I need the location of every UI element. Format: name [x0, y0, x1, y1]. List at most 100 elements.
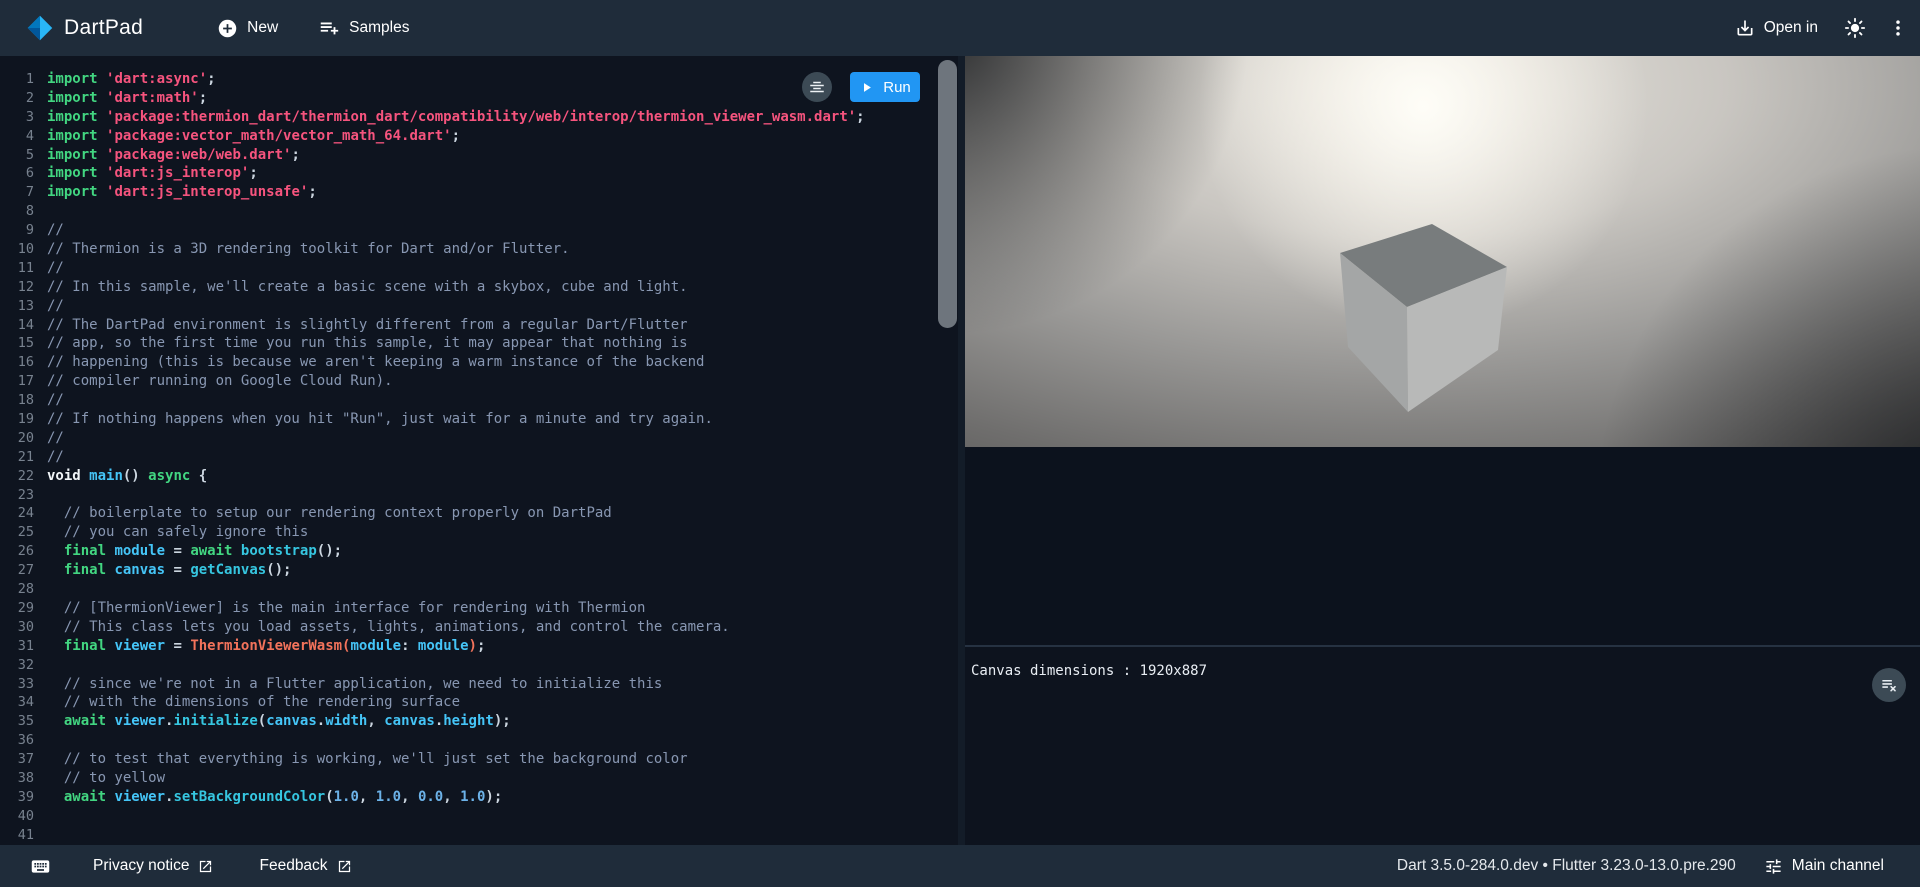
- feedback-link[interactable]: Feedback: [259, 857, 351, 875]
- line-number: 34: [0, 693, 34, 712]
- code-line: 10// Thermion is a 3D rendering toolkit …: [0, 240, 958, 259]
- code-line: 35 await viewer.initialize(canvas.width,…: [0, 712, 958, 731]
- code-line: 40: [0, 807, 958, 826]
- code-line: 3import 'package:thermion_dart/thermion_…: [0, 108, 958, 127]
- playlist-add-icon: [318, 17, 340, 39]
- privacy-notice-link[interactable]: Privacy notice: [93, 857, 213, 875]
- code-editor-panel[interactable]: 1import 'dart:async';2import 'dart:math'…: [0, 56, 958, 845]
- new-button-label: New: [247, 19, 278, 37]
- code-line: 18//: [0, 391, 958, 410]
- code-line: 30 // This class lets you load assets, l…: [0, 618, 958, 637]
- download-icon: [1735, 18, 1755, 38]
- render-canvas[interactable]: [965, 56, 1920, 447]
- line-number: 36: [0, 731, 34, 750]
- line-number: 38: [0, 769, 34, 788]
- line-number: 1: [0, 70, 34, 89]
- run-button-label: Run: [883, 79, 911, 96]
- editor-actions: Run: [802, 72, 920, 102]
- line-number: 26: [0, 542, 34, 561]
- channel-selector[interactable]: Main channel: [1764, 857, 1884, 876]
- format-button[interactable]: [802, 72, 832, 102]
- line-number: 10: [0, 240, 34, 259]
- code-line: 31 final viewer = ThermionViewerWasm(mod…: [0, 637, 958, 656]
- code-line: 37 // to test that everything is working…: [0, 750, 958, 769]
- line-number: 6: [0, 164, 34, 183]
- output-background: [965, 447, 1920, 645]
- line-number: 4: [0, 127, 34, 146]
- code-line: 12// In this sample, we'll create a basi…: [0, 278, 958, 297]
- run-button[interactable]: Run: [850, 72, 920, 102]
- code-line: 15// app, so the first time you run this…: [0, 334, 958, 353]
- line-number: 37: [0, 750, 34, 769]
- console-output: Canvas dimensions : 1920x887: [965, 647, 1920, 680]
- line-number: 29: [0, 599, 34, 618]
- overflow-menu-button[interactable]: [1888, 18, 1908, 38]
- line-number: 32: [0, 656, 34, 675]
- line-number: 35: [0, 712, 34, 731]
- add-circle-icon: [217, 18, 238, 39]
- line-number: 9: [0, 221, 34, 240]
- theme-toggle-button[interactable]: [1844, 17, 1866, 39]
- code-line: 8: [0, 202, 958, 221]
- line-number: 17: [0, 372, 34, 391]
- code-line: 13//: [0, 297, 958, 316]
- line-number: 12: [0, 278, 34, 297]
- code-line: 11//: [0, 259, 958, 278]
- code-line: 24 // boilerplate to setup our rendering…: [0, 504, 958, 523]
- code-line: 6import 'dart:js_interop';: [0, 164, 958, 183]
- line-number: 8: [0, 202, 34, 221]
- tune-icon: [1764, 857, 1783, 876]
- footer: Privacy notice Feedback Dart 3.5.0-284.0…: [0, 845, 1920, 887]
- code-line: 9//: [0, 221, 958, 240]
- line-number: 5: [0, 146, 34, 165]
- code-line: 36: [0, 731, 958, 750]
- code-line: 38 // to yellow: [0, 769, 958, 788]
- code-line: 5import 'package:web/web.dart';: [0, 146, 958, 165]
- line-number: 11: [0, 259, 34, 278]
- line-number: 13: [0, 297, 34, 316]
- code-line: 23: [0, 486, 958, 505]
- code-line: 27 final canvas = getCanvas();: [0, 561, 958, 580]
- line-number: 20: [0, 429, 34, 448]
- line-number: 2: [0, 89, 34, 108]
- page-title: DartPad: [64, 16, 143, 40]
- privacy-notice-label: Privacy notice: [93, 857, 189, 875]
- new-button[interactable]: New: [217, 18, 278, 39]
- line-number: 30: [0, 618, 34, 637]
- editor-scrollbar-thumb[interactable]: [938, 60, 957, 328]
- line-number: 18: [0, 391, 34, 410]
- open-in-label: Open in: [1764, 19, 1818, 37]
- panel-splitter[interactable]: [958, 56, 965, 845]
- code-line: 39 await viewer.setBackgroundColor(1.0, …: [0, 788, 958, 807]
- line-number: 24: [0, 504, 34, 523]
- code-line: 41: [0, 826, 958, 845]
- channel-label: Main channel: [1792, 857, 1884, 875]
- code-line: 25 // you can safely ignore this: [0, 523, 958, 542]
- code-line: 20//: [0, 429, 958, 448]
- line-number: 41: [0, 826, 34, 845]
- code-lines: 1import 'dart:async';2import 'dart:math'…: [0, 56, 958, 845]
- line-number: 28: [0, 580, 34, 599]
- line-number: 33: [0, 675, 34, 694]
- line-number: 3: [0, 108, 34, 127]
- open-in-button[interactable]: Open in: [1735, 18, 1818, 38]
- header: DartPad New Samples Open in: [0, 0, 1920, 56]
- line-number: 21: [0, 448, 34, 467]
- line-number: 22: [0, 467, 34, 486]
- samples-button-label: Samples: [349, 19, 409, 37]
- line-number: 27: [0, 561, 34, 580]
- line-number: 23: [0, 486, 34, 505]
- code-line: 16// happening (this is because we aren'…: [0, 353, 958, 372]
- line-number: 40: [0, 807, 34, 826]
- code-line: 26 final module = await bootstrap();: [0, 542, 958, 561]
- keyboard-icon: [30, 856, 51, 877]
- clear-console-button[interactable]: [1872, 668, 1906, 702]
- samples-button[interactable]: Samples: [318, 17, 409, 39]
- code-line: 14// The DartPad environment is slightly…: [0, 316, 958, 335]
- code-line: 21//: [0, 448, 958, 467]
- keyboard-shortcuts-button[interactable]: [30, 856, 51, 877]
- line-number: 19: [0, 410, 34, 429]
- code-line: 33 // since we're not in a Flutter appli…: [0, 675, 958, 694]
- code-line: 19// If nothing happens when you hit "Ru…: [0, 410, 958, 429]
- main-content: 1import 'dart:async';2import 'dart:math'…: [0, 56, 1920, 845]
